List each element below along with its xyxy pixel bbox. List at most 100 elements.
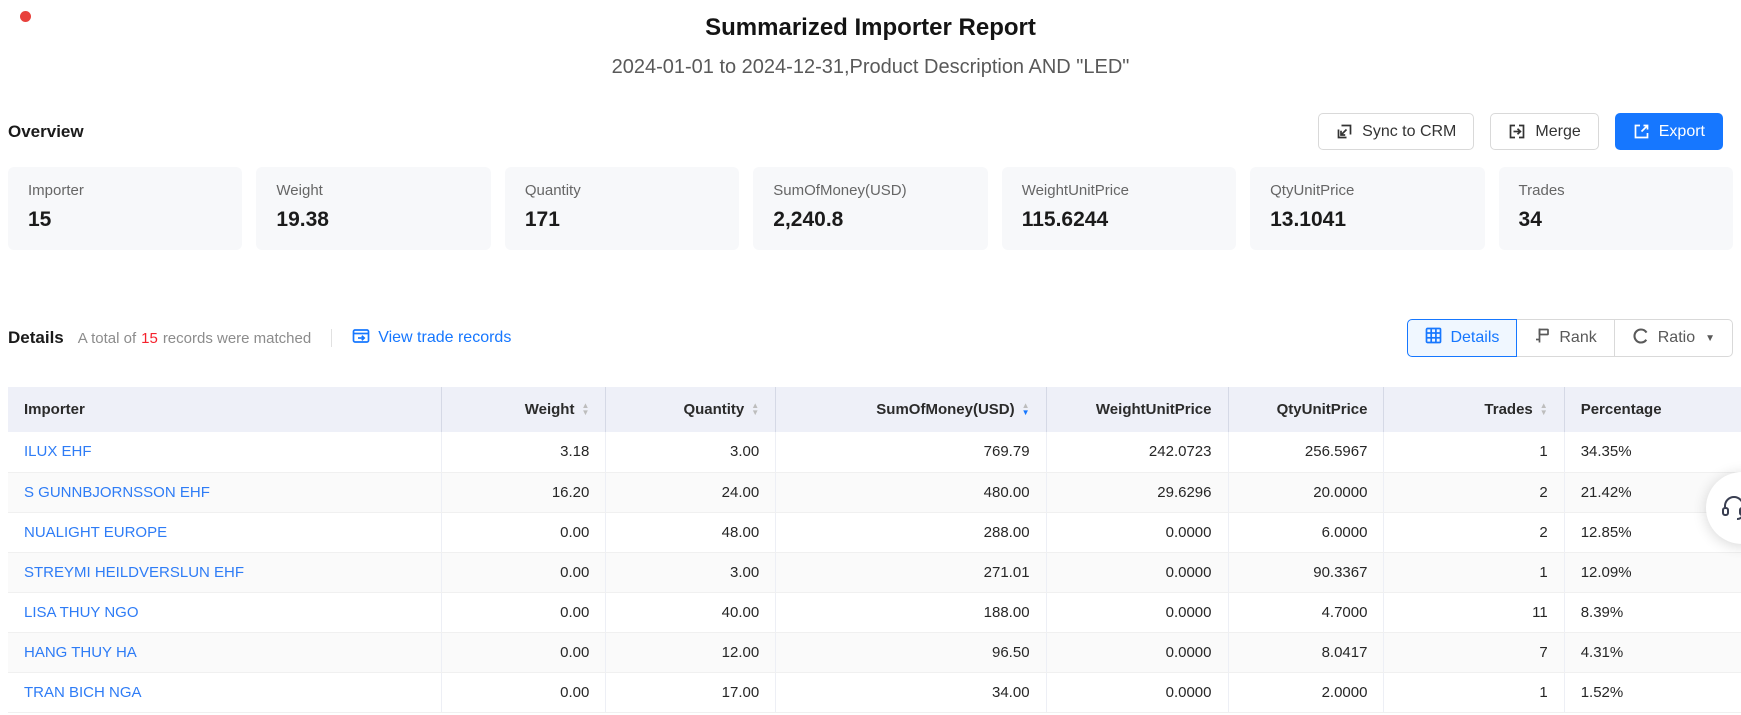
stat-value: 19.38	[276, 208, 470, 232]
cell-weightunitprice: 242.0723	[1046, 432, 1228, 472]
stat-card-sumofmoney-usd: SumOfMoney(USD)2,240.8	[753, 167, 987, 250]
column-header-percentage: Percentage	[1564, 387, 1741, 432]
sync-to-crm-button[interactable]: Sync to CRM	[1318, 113, 1474, 150]
cell-sumofmoney-usd: 96.50	[776, 632, 1046, 672]
cell-sumofmoney-usd: 271.01	[776, 552, 1046, 592]
stat-card-trades: Trades 34	[1499, 167, 1733, 250]
column-label: Importer	[24, 401, 85, 418]
stat-value: 34	[1519, 208, 1713, 232]
details-heading: Details	[8, 328, 64, 348]
column-header-sumofmoney-usd[interactable]: SumOfMoney(USD)▲▼	[776, 387, 1046, 432]
column-label: QtyUnitPrice	[1277, 401, 1368, 418]
cell-trades: 1	[1384, 552, 1564, 592]
cell-weightunitprice: 0.0000	[1046, 512, 1228, 552]
cell-weight: 0.00	[441, 512, 606, 552]
cell-weight: 0.00	[441, 632, 606, 672]
stat-label: Trades	[1519, 182, 1713, 199]
cell-importer: TRAN BICH NGA	[8, 672, 441, 712]
stat-label: Weight	[276, 182, 470, 199]
stat-card-qtyunitprice: QtyUnitPrice 13.1041	[1250, 167, 1484, 250]
cell-importer: HANG THUY HA	[8, 632, 441, 672]
cell-sumofmoney-usd: 769.79	[776, 432, 1046, 472]
cell-weightunitprice: 0.0000	[1046, 552, 1228, 592]
cell-weightunitprice: 0.0000	[1046, 592, 1228, 632]
rank-flag-icon	[1534, 327, 1551, 349]
importer-link[interactable]: ILUX EHF	[24, 443, 92, 460]
sort-carets-icon: ▲▼	[581, 402, 589, 416]
cell-percentage: 4.31%	[1564, 632, 1741, 672]
column-header-importer: Importer	[8, 387, 441, 432]
column-label: Percentage	[1581, 401, 1662, 418]
table-grid-icon	[1425, 327, 1442, 349]
table-row: TRAN BICH NGA0.0017.0034.000.00002.00001…	[8, 672, 1741, 712]
export-button[interactable]: Export	[1615, 113, 1723, 150]
importer-link[interactable]: TRAN BICH NGA	[24, 684, 142, 701]
column-header-trades[interactable]: Trades▲▼	[1384, 387, 1564, 432]
cell-percentage: 1.52%	[1564, 672, 1741, 712]
importer-link[interactable]: LISA THUY NGO	[24, 604, 139, 621]
column-label: SumOfMoney(USD)	[876, 401, 1014, 418]
column-header-weight[interactable]: Weight▲▼	[441, 387, 606, 432]
cell-sumofmoney-usd: 288.00	[776, 512, 1046, 552]
stat-card-quantity: Quantity171	[505, 167, 739, 250]
cell-qtyunitprice: 6.0000	[1228, 512, 1384, 552]
records-summary: A total of15records were matched	[78, 330, 311, 347]
column-header-weightunitprice: WeightUnitPrice	[1046, 387, 1228, 432]
stat-label: Importer	[28, 182, 222, 199]
column-label: Trades	[1484, 401, 1532, 418]
cell-weight: 3.18	[441, 432, 606, 472]
view-trade-records-link[interactable]: View trade records	[352, 328, 511, 349]
cell-percentage: 12.09%	[1564, 552, 1741, 592]
cell-weight: 0.00	[441, 592, 606, 632]
merge-icon	[1508, 123, 1526, 140]
tab-rank[interactable]: Rank	[1516, 319, 1614, 357]
cell-percentage: 34.35%	[1564, 432, 1741, 472]
stat-card-weightunitprice: WeightUnitPrice 115.6244	[1002, 167, 1236, 250]
page-subtitle: 2024-01-01 to 2024-12-31,Product Descrip…	[0, 56, 1741, 79]
trade-records-icon	[352, 328, 370, 349]
cell-qtyunitprice: 8.0417	[1228, 632, 1384, 672]
stat-label: SumOfMoney(USD)	[773, 182, 967, 199]
action-buttons: Sync to CRM Merge Export	[1318, 113, 1723, 150]
cell-trades: 2	[1384, 472, 1564, 512]
cell-weightunitprice: 0.0000	[1046, 672, 1228, 712]
column-header-quantity[interactable]: Quantity ▲▼	[606, 387, 776, 432]
cell-quantity: 24.00	[606, 472, 776, 512]
stat-value: 15	[28, 208, 222, 232]
stat-value: 13.1041	[1270, 208, 1464, 232]
stat-label: WeightUnitPrice	[1022, 182, 1216, 199]
stat-label: QtyUnitPrice	[1270, 182, 1464, 199]
cell-quantity: 12.00	[606, 632, 776, 672]
overview-cards: Importer15Weight19.38Quantity171SumOfMon…	[8, 167, 1733, 250]
cell-importer: STREYMI HEILDVERSLUN EHF	[8, 552, 441, 592]
matched-count: 15	[136, 330, 163, 347]
merge-button[interactable]: Merge	[1490, 113, 1598, 150]
cell-qtyunitprice: 20.0000	[1228, 472, 1384, 512]
cell-trades: 1	[1384, 432, 1564, 472]
cell-trades: 1	[1384, 672, 1564, 712]
details-bar: Details A total of15records were matched…	[8, 319, 1733, 357]
column-label: Quantity	[683, 401, 744, 418]
table-header-row: Importer Weight▲▼ Quantity ▲▼ SumOfMoney(USD…	[8, 387, 1741, 432]
cell-weight: 0.00	[441, 552, 606, 592]
tab-ratio[interactable]: Ratio ▼	[1614, 319, 1733, 357]
stat-card-weight: Weight 19.38	[256, 167, 490, 250]
tab-details[interactable]: Details	[1407, 319, 1517, 357]
importer-link[interactable]: HANG THUY HA	[24, 644, 137, 661]
table-row: LISA THUY NGO0.0040.00188.000.00004.7000…	[8, 592, 1741, 632]
view-switcher: Details Rank Ratio ▼	[1407, 319, 1733, 357]
importer-link[interactable]: STREYMI HEILDVERSLUN EHF	[24, 564, 244, 581]
importer-link[interactable]: NUALIGHT EUROPE	[24, 524, 167, 541]
cell-quantity: 3.00	[606, 432, 776, 472]
cell-importer: LISA THUY NGO	[8, 592, 441, 632]
chevron-down-icon: ▼	[1705, 333, 1715, 344]
importer-table: Importer Weight▲▼ Quantity ▲▼ SumOfMoney(USD…	[8, 387, 1741, 713]
importer-link[interactable]: S GUNNBJORNSSON EHF	[24, 484, 210, 501]
table-row: S GUNNBJORNSSON EHF16.2024.00480.0029.62…	[8, 472, 1741, 512]
page-title: Summarized Importer Report	[0, 0, 1741, 42]
column-header-qtyunitprice: QtyUnitPrice	[1228, 387, 1384, 432]
cell-weightunitprice: 0.0000	[1046, 632, 1228, 672]
stat-value: 115.6244	[1022, 208, 1216, 232]
cell-qtyunitprice: 2.0000	[1228, 672, 1384, 712]
sort-carets-icon: ▲▼	[751, 402, 759, 416]
